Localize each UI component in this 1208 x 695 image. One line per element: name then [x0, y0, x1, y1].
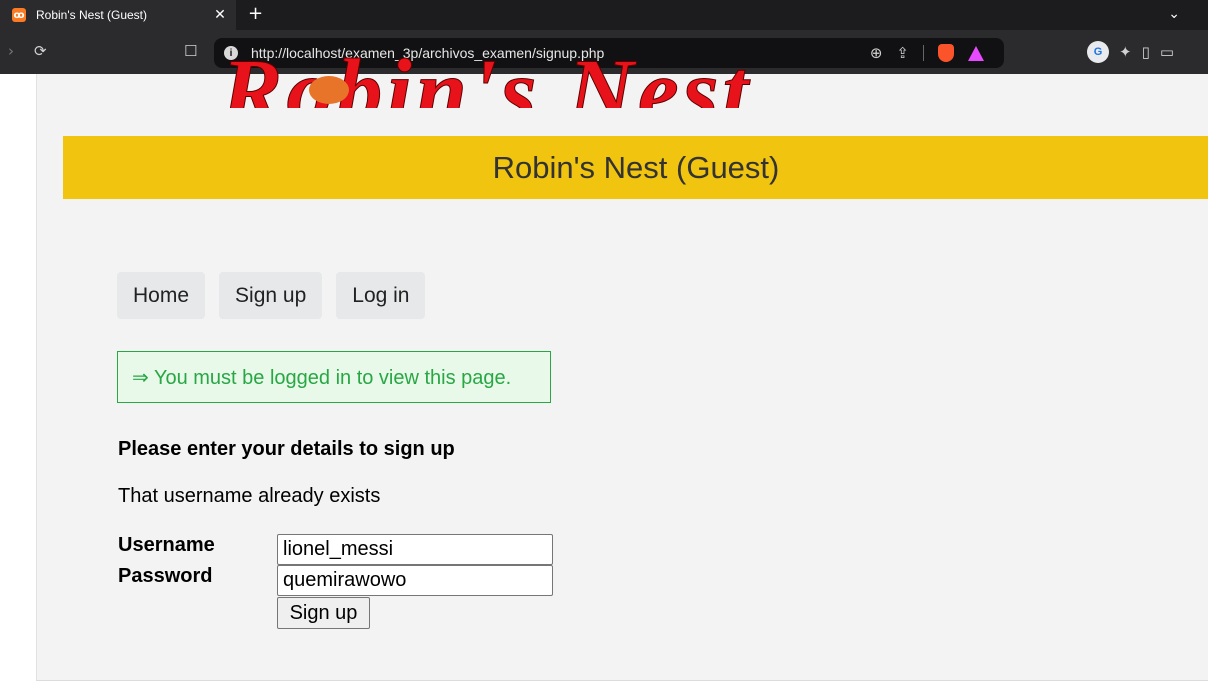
username-exists-message: That username already exists	[118, 485, 381, 507]
new-tab-button[interactable]: +	[248, 3, 263, 24]
sidebar-toggle-icon[interactable]: ▯	[1142, 43, 1150, 61]
robin-bird-icon	[309, 76, 349, 104]
wallet-icon[interactable]: ▭	[1160, 43, 1174, 61]
reload-icon[interactable]: ⟳	[34, 42, 47, 60]
nav-home-button[interactable]: Home	[117, 272, 206, 319]
browser-tab-bar: ꝏ Robin's Nest (Guest) ✕ + ⌄	[0, 0, 1208, 30]
password-label: Password	[118, 565, 213, 587]
forward-icon[interactable]: ›	[8, 42, 14, 60]
login-required-notice: ⇒ You must be logged in to view this pag…	[117, 351, 551, 403]
xampp-favicon-icon: ꝏ	[12, 8, 26, 22]
site-logo: Robin's Nest	[221, 48, 1041, 108]
page-title: Robin's Nest (Guest)	[492, 149, 780, 185]
close-tab-icon[interactable]: ✕	[212, 7, 228, 23]
nav-login-button[interactable]: Log in	[336, 272, 426, 319]
page-container: Robin's Nest Robin's Nest (Guest) Home S…	[36, 48, 1208, 681]
tab-title: Robin's Nest (Guest)	[36, 8, 147, 22]
main-nav: Home Sign up Log in	[117, 272, 426, 319]
browser-tab-active[interactable]: ꝏ Robin's Nest (Guest) ✕	[0, 0, 236, 30]
header-band: Robin's Nest (Guest)	[63, 136, 1208, 199]
page-viewport: Robin's Nest Robin's Nest (Guest) Home S…	[0, 48, 1208, 695]
bookmark-icon[interactable]: ☐	[184, 42, 197, 60]
signup-heading: Please enter your details to sign up	[118, 438, 455, 460]
translate-extension-icon[interactable]: G	[1087, 41, 1109, 63]
nav-signup-button[interactable]: Sign up	[219, 272, 323, 319]
signup-submit-button[interactable]: Sign up	[277, 597, 370, 629]
username-input[interactable]	[277, 534, 553, 565]
tab-search-chevron-icon[interactable]: ⌄	[1168, 6, 1180, 22]
password-input[interactable]	[277, 565, 553, 596]
logo-text: Robin's Nest	[221, 48, 753, 108]
extensions-puzzle-icon[interactable]: ✦	[1119, 43, 1132, 61]
username-label: Username	[118, 534, 215, 556]
